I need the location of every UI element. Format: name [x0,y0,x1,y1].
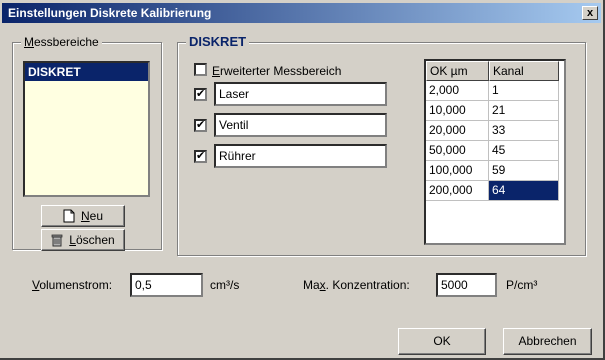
table-cell[interactable]: 1 [489,81,559,101]
table-row[interactable]: 50,000 45 [426,141,559,161]
diskret-legend: DISKRET [186,35,250,49]
list-item-diskret[interactable]: DISKRET [25,63,148,81]
extended-range-label: Erweiterter Messbereich [212,64,342,78]
ok-button[interactable]: OK [398,328,486,355]
diskret-group: DISKRET Erweiterter Messbereich ✔ Laser … [177,35,586,256]
konzentration-label: Max. Konzentration: [303,278,410,292]
column-header-kanal[interactable]: Kanal [489,61,559,81]
ruehrer-field[interactable]: Rührer [214,144,387,168]
table-cell[interactable]: 45 [489,141,559,161]
ventil-field[interactable]: Ventil [214,113,387,137]
laser-checkbox[interactable]: ✔ [194,88,207,101]
table-row[interactable]: 100,000 59 [426,161,559,181]
table-header: OK µm Kanal [426,61,559,81]
volumenstrom-input[interactable]: 0,5 [130,273,203,297]
calibration-table[interactable]: OK µm Kanal 2,000 1 10,000 21 20,000 33 … [424,59,566,245]
messbereiche-list[interactable]: DISKRET [23,61,150,197]
table-row[interactable]: 2,000 1 [426,81,559,101]
table-row[interactable]: 20,000 33 [426,121,559,141]
volumenstrom-unit: cm³/s [210,278,240,292]
table-cell[interactable]: 2,000 [426,81,489,101]
table-cell[interactable]: 21 [489,101,559,121]
dialog-window: Einstellungen Diskrete Kalibrierung x Me… [0,0,605,360]
table-cell[interactable]: 59 [489,161,559,181]
extended-range-checkbox[interactable] [194,63,207,76]
messbereiche-group: Messbereiche DISKRET Neu Löschen [12,35,162,251]
column-header-ok[interactable]: OK µm [426,61,489,81]
table-cell[interactable]: 33 [489,121,559,141]
title-bar[interactable]: Einstellungen Diskrete Kalibrierung x [2,3,601,23]
table-cell[interactable]: 200,000 [426,181,489,201]
new-document-icon [63,209,75,223]
ventil-row: ✔ Ventil [194,113,394,137]
volumenstrom-label: Volumenstrom: [32,278,113,292]
laser-field[interactable]: Laser [214,82,387,106]
table-cell[interactable]: 100,000 [426,161,489,181]
close-button[interactable]: x [582,6,598,20]
window-title: Einstellungen Diskrete Kalibrierung [8,6,212,20]
separator [0,310,603,311]
table-row[interactable]: 10,000 21 [426,101,559,121]
table-cell[interactable]: 50,000 [426,141,489,161]
trash-icon [51,233,63,247]
konzentration-input[interactable]: 5000 [436,273,497,297]
table-cell-selected[interactable]: 64 [489,181,559,201]
laser-row: ✔ Laser [194,82,394,106]
new-button[interactable]: Neu [41,205,125,227]
konzentration-unit: P/cm³ [506,278,538,292]
ventil-checkbox[interactable]: ✔ [194,119,207,132]
ruehrer-checkbox[interactable]: ✔ [194,150,207,163]
ruehrer-row: ✔ Rührer [194,144,394,168]
messbereiche-legend: Messbereiche [21,35,102,49]
delete-button[interactable]: Löschen [41,229,125,251]
table-cell[interactable]: 10,000 [426,101,489,121]
table-row[interactable]: 200,000 64 [426,181,559,201]
extended-range-checkbox-row[interactable]: Erweiterter Messbereich [194,59,394,83]
cancel-button[interactable]: Abbrechen [503,328,592,355]
table-cell[interactable]: 20,000 [426,121,489,141]
